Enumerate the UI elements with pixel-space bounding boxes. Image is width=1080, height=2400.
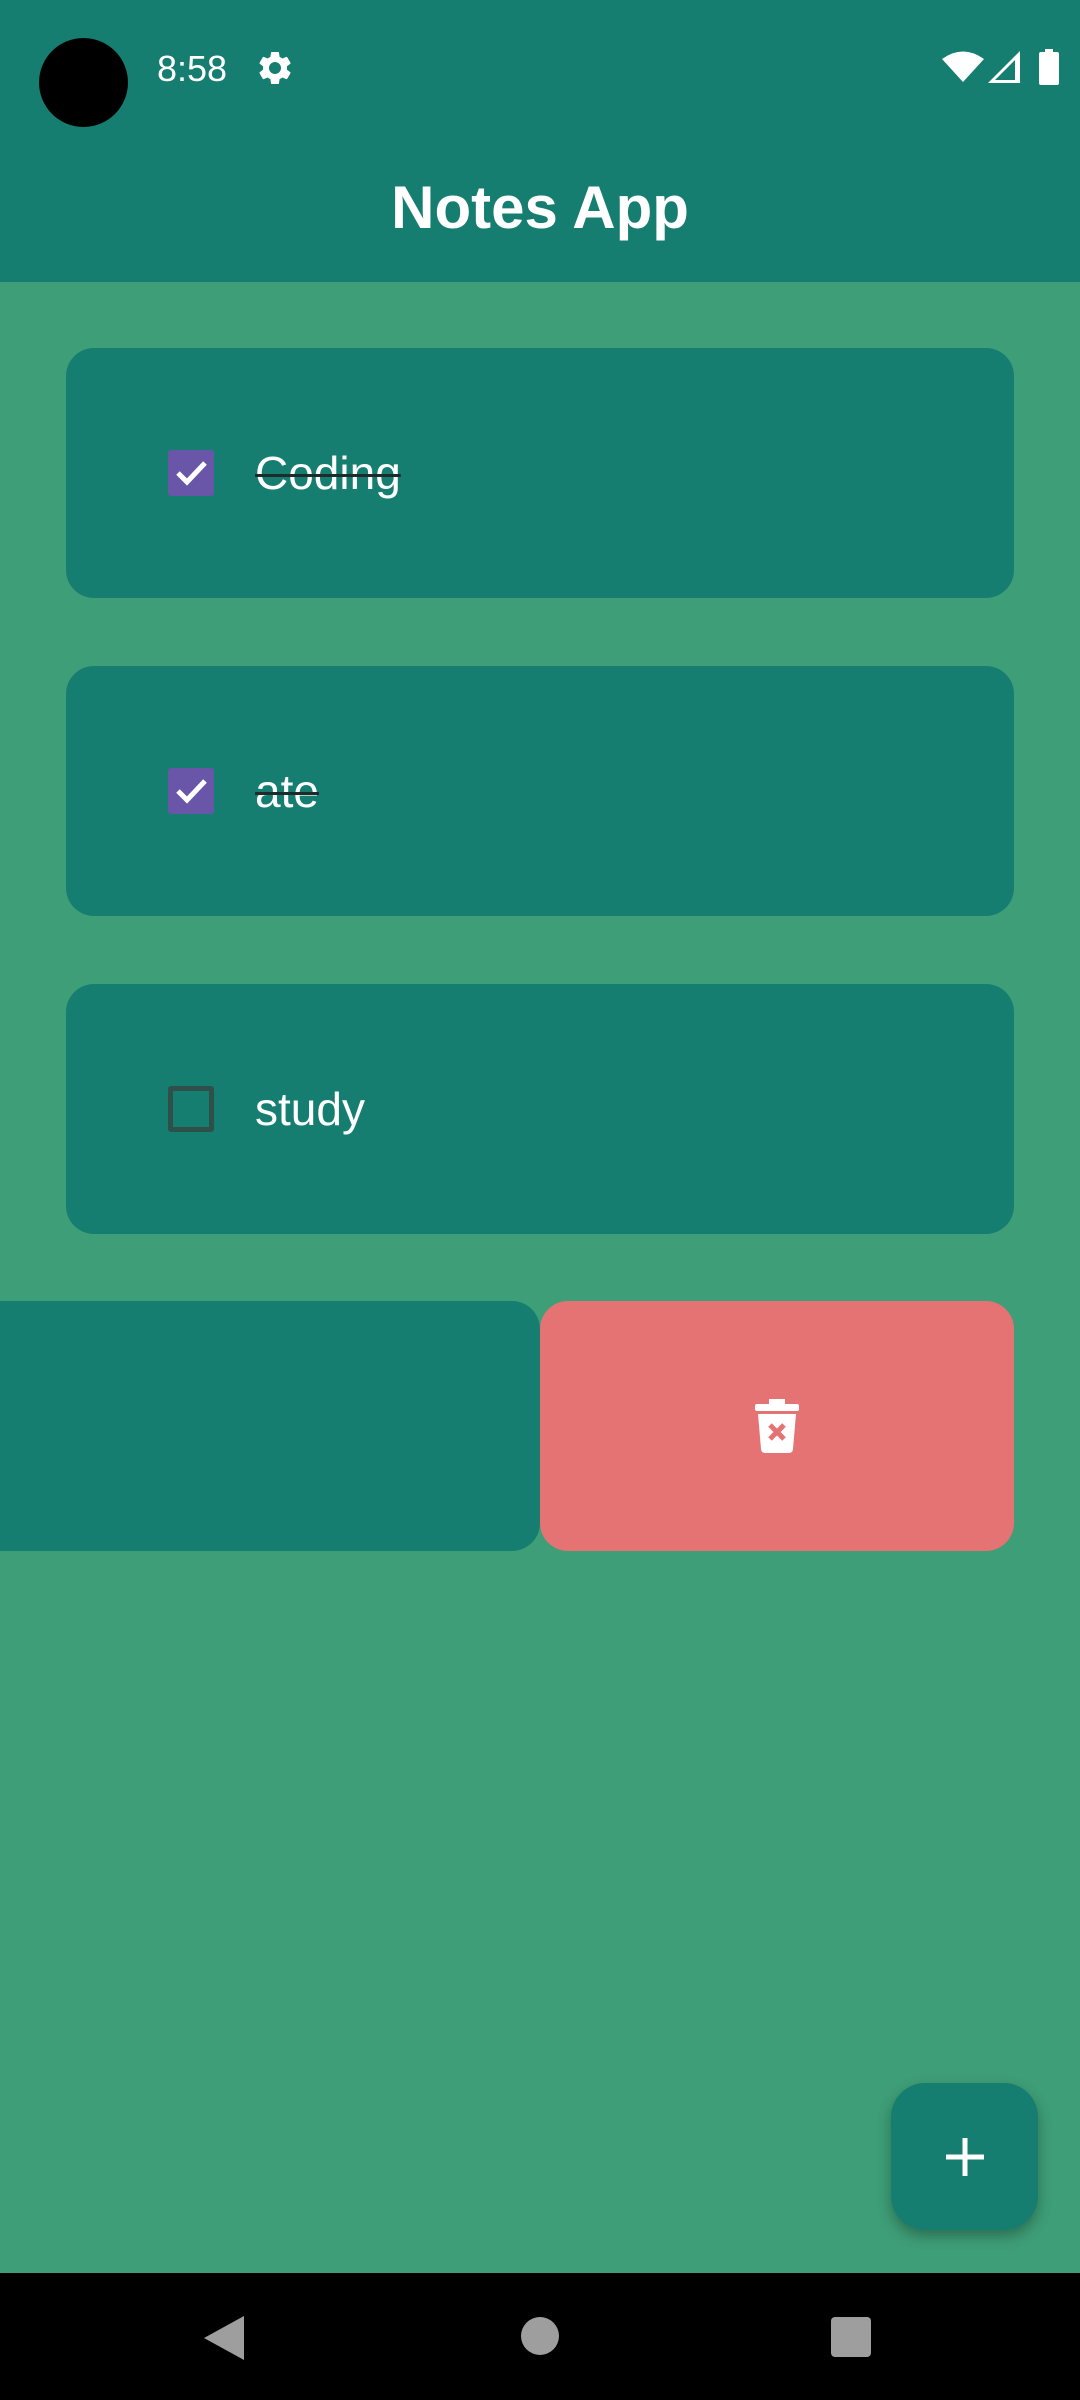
checkmark-icon bbox=[176, 461, 207, 486]
navigation-bar bbox=[0, 2273, 1080, 2400]
note-checkbox[interactable] bbox=[168, 1086, 214, 1132]
swiped-note-card[interactable] bbox=[0, 1301, 540, 1551]
note-checkbox[interactable] bbox=[168, 450, 214, 496]
plus-icon bbox=[946, 2138, 984, 2176]
note-card[interactable]: Coding bbox=[66, 348, 1014, 598]
note-card[interactable]: ate bbox=[66, 666, 1014, 916]
back-icon[interactable] bbox=[204, 2316, 244, 2360]
status-time: 8:58 bbox=[157, 48, 228, 89]
camera-cutout bbox=[39, 38, 128, 127]
note-text: study bbox=[255, 1083, 365, 1135]
home-icon[interactable] bbox=[521, 2317, 559, 2355]
signal-icon bbox=[988, 51, 1020, 83]
delete-icon bbox=[755, 1399, 799, 1453]
add-note-button[interactable] bbox=[891, 2083, 1038, 2230]
recents-icon[interactable] bbox=[831, 2317, 871, 2357]
battery-icon bbox=[1039, 49, 1059, 85]
app-bar: 8:58 Notes App bbox=[0, 0, 1080, 282]
wifi-icon bbox=[942, 51, 984, 82]
note-card[interactable]: study bbox=[66, 984, 1014, 1234]
note-checkbox[interactable] bbox=[168, 768, 214, 814]
checkmark-icon bbox=[176, 779, 207, 804]
delete-action[interactable] bbox=[540, 1301, 1014, 1551]
note-text: Coding bbox=[255, 447, 401, 499]
settings-icon bbox=[259, 52, 291, 84]
page-title: Notes App bbox=[391, 174, 689, 241]
note-text: ate bbox=[255, 765, 319, 817]
